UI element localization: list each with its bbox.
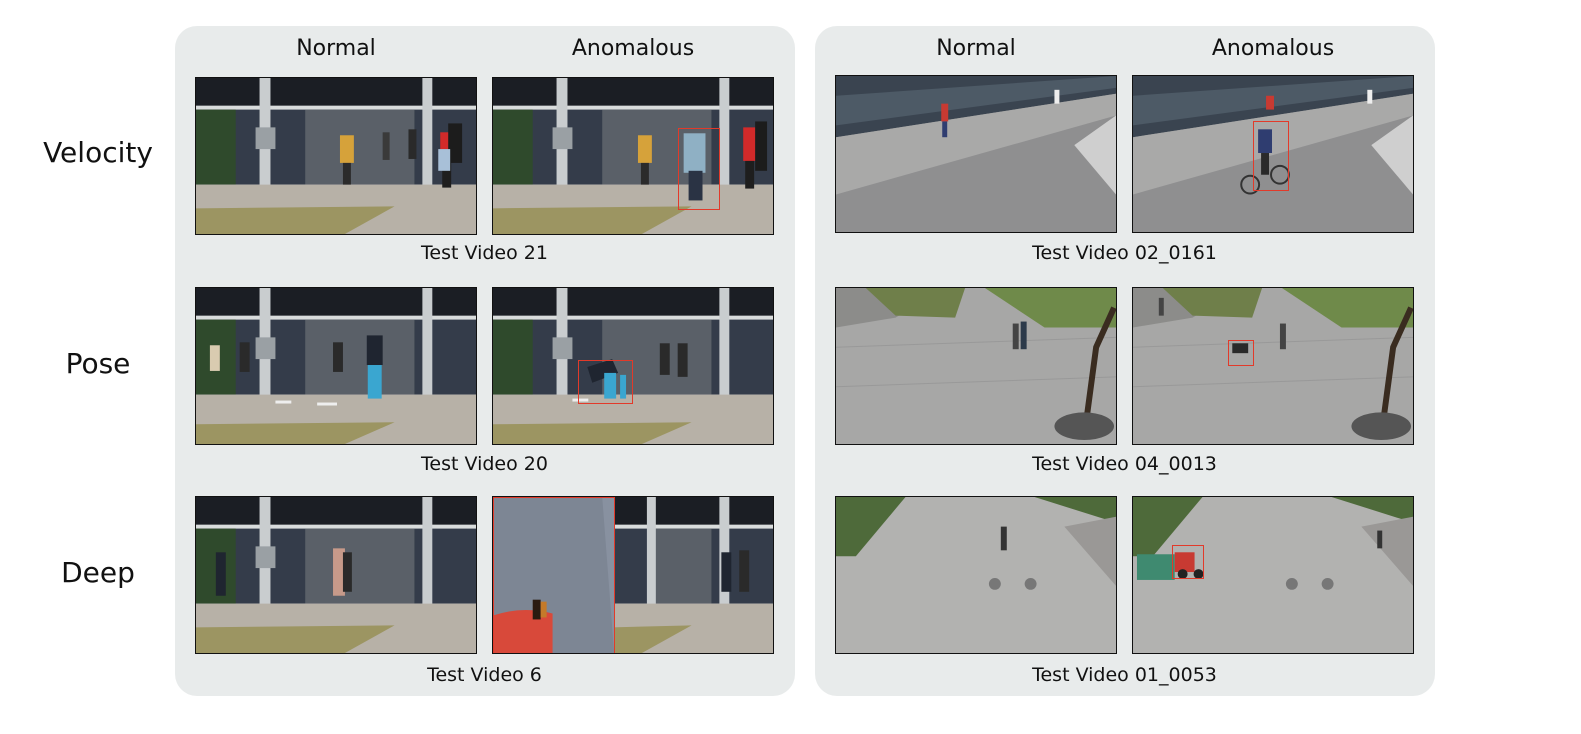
frame-normal-velocity [835,75,1117,233]
frame-normal-pose [195,287,477,445]
caption-video: Test Video 20 [421,453,548,475]
panel-left: Normal Anomalous Test Video 21 Test Vide… [175,26,795,696]
frame-normal-velocity [195,77,477,235]
column-header-normal: Normal [296,36,376,61]
caption-video: Test Video 6 [427,664,542,686]
frame-anomalous-velocity [492,77,774,235]
column-header-normal: Normal [936,36,1016,61]
frame-anomalous-pose [1132,287,1414,445]
frame-anomalous-deep [492,496,774,654]
anomaly-bounding-box [678,128,720,210]
caption-video: Test Video 04_0013 [1032,453,1217,475]
frame-anomalous-velocity [1132,75,1414,233]
frame-anomalous-deep [1132,496,1414,654]
frame-normal-deep [195,496,477,654]
caption-video: Test Video 02_0161 [1032,242,1217,264]
panel-right: Normal Anomalous Test Video 02_0161 Test… [815,26,1435,696]
column-header-anomalous: Anomalous [1211,36,1335,61]
caption-video: Test Video 01_0053 [1032,664,1217,686]
anomaly-bounding-box [578,360,633,404]
frame-normal-pose [835,287,1117,445]
frame-normal-deep [835,496,1117,654]
anomaly-bounding-box [1172,545,1204,579]
column-header-anomalous: Anomalous [571,36,695,61]
anomaly-bounding-box [493,497,615,653]
row-label-velocity: Velocity [43,136,153,169]
anomaly-bounding-box [1228,340,1254,366]
row-label-pose: Pose [65,347,131,380]
caption-video: Test Video 21 [421,242,548,264]
row-label-deep: Deep [61,556,135,589]
frame-anomalous-pose [492,287,774,445]
anomaly-bounding-box [1253,121,1289,191]
